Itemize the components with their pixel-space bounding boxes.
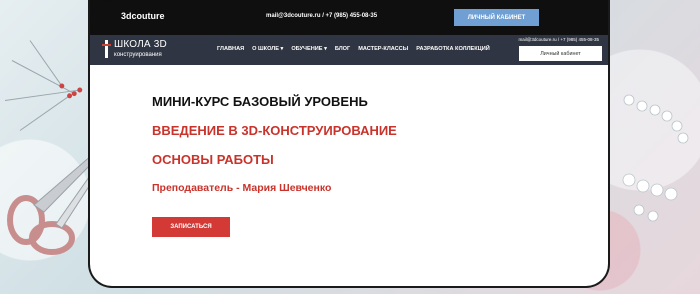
browser-frame: 3dcouture mail@3dcouture.ru / +7 (985) 4… [90,0,608,286]
logo-title: ШКОЛА 3D [114,39,167,50]
course-subtitle: ОСНОВЫ РАБОТЫ [152,152,274,167]
teacher-line: Преподаватель - Мария Шевченко [152,182,332,194]
scissors-icon [7,154,98,255]
cabinet-button-nav[interactable]: Личный кабинет [519,46,602,61]
menu-item-masterclasses[interactable]: МАСТЕР-КЛАССЫ [358,46,408,52]
logo-mark-icon [102,40,111,58]
cabinet-button-top[interactable]: ЛИЧНЫЙ КАБИНЕТ [454,9,539,26]
school-logo[interactable]: ШКОЛА 3D конструирования [102,38,192,62]
logo-subtitle: конструирования [114,52,162,58]
menu-item-about[interactable]: О ШКОЛЕ ▾ [252,46,283,52]
nav-contacts[interactable]: mail@3dcouture.ru / +7 (985) 455-08-35 [519,37,600,42]
hero-content: МИНИ-КУРС БАЗОВЫЙ УРОВЕНЬ ВВЕДЕНИЕ В 3D-… [152,94,397,194]
top-contacts[interactable]: mail@3dcouture.ru / +7 (985) 455-08-35 [266,13,377,19]
course-level-heading: МИНИ-КУРС БАЗОВЫЙ УРОВЕНЬ [152,94,368,109]
menu-item-collections[interactable]: РАЗРАБОТКА КОЛЛЕКЦИЙ [416,46,490,52]
beads-icon [622,94,689,222]
menu-item-training[interactable]: ОБУЧЕНИЕ ▾ [291,46,327,52]
main-menu: ГЛАВНАЯ О ШКОЛЕ ▾ ОБУЧЕНИЕ ▾ БЛОГ МАСТЕР… [217,46,490,52]
navbar: ШКОЛА 3D конструирования ГЛАВНАЯ О ШКОЛЕ… [90,35,608,65]
chevron-down-icon: ▾ [280,46,284,52]
course-title: ВВЕДЕНИЕ В 3D-КОНСТРУИРОВАНИЕ [152,123,397,138]
signup-button[interactable]: ЗАПИСАТЬСЯ [152,217,230,237]
brand-name[interactable]: 3dcouture [121,11,165,21]
chevron-down-icon: ▾ [324,46,327,52]
top-bar: 3dcouture mail@3dcouture.ru / +7 (985) 4… [90,0,608,35]
menu-item-blog[interactable]: БЛОГ [335,46,350,52]
menu-item-home[interactable]: ГЛАВНАЯ [217,46,244,52]
